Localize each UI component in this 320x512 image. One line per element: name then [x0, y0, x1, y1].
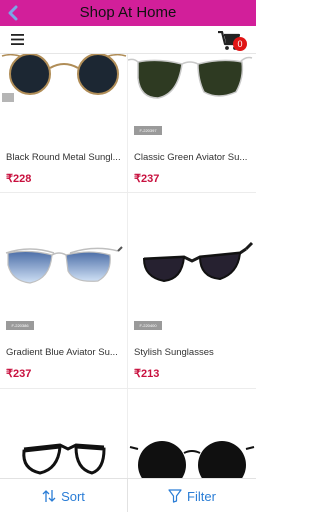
sku-tag: F-220397: [134, 126, 162, 135]
sku-tag: F-220400: [134, 321, 162, 330]
product-grid: Black Round Metal Sungl... ₹228 F-220397…: [0, 54, 256, 478]
bottom-action-bar: Sort Filter: [0, 478, 256, 512]
app-title: Shop At Home: [79, 4, 177, 21]
product-image: [1, 54, 127, 95]
product-price: ₹237: [6, 368, 32, 380]
product-card[interactable]: F-220386 Gradient Blue Aviator Su... ₹23…: [0, 193, 128, 388]
product-name: Black Round Metal Sungl...: [6, 152, 121, 163]
sku-tag: F-220386: [6, 321, 34, 330]
filter-label: Filter: [187, 488, 216, 504]
sort-label: Sort: [61, 488, 85, 504]
product-card[interactable]: [128, 389, 256, 478]
sort-button[interactable]: Sort: [0, 479, 128, 512]
product-name: Classic Green Aviator Su...: [134, 152, 248, 163]
hamburger-icon[interactable]: [11, 34, 24, 45]
product-image: [142, 241, 254, 283]
product-card[interactable]: F-220400 Stylish Sunglasses ₹213: [128, 193, 256, 388]
product-card[interactable]: F-220397 Classic Green Aviator Su... ₹23…: [128, 54, 256, 192]
product-price: ₹213: [134, 368, 160, 380]
product-card[interactable]: Black Round Metal Sungl... ₹228: [0, 54, 128, 192]
back-button[interactable]: [4, 3, 22, 23]
filter-button[interactable]: Filter: [128, 479, 256, 512]
toolbar: 0: [0, 26, 256, 54]
app-bar: Shop At Home: [0, 0, 256, 26]
product-name: Stylish Sunglasses: [134, 347, 214, 358]
chevron-left-icon: [8, 5, 18, 21]
product-price: ₹228: [6, 173, 32, 185]
product-card[interactable]: [0, 389, 128, 478]
sku-tag: [2, 93, 14, 102]
product-price: ₹237: [134, 173, 160, 185]
product-image: [5, 246, 123, 284]
product-name: Gradient Blue Aviator Su...: [6, 347, 118, 358]
funnel-icon: [168, 489, 182, 503]
cart-count-badge: 0: [233, 37, 247, 51]
product-image: [129, 441, 255, 478]
product-image: [22, 443, 106, 475]
product-image: [128, 56, 253, 99]
sort-arrows-icon: [42, 490, 56, 502]
